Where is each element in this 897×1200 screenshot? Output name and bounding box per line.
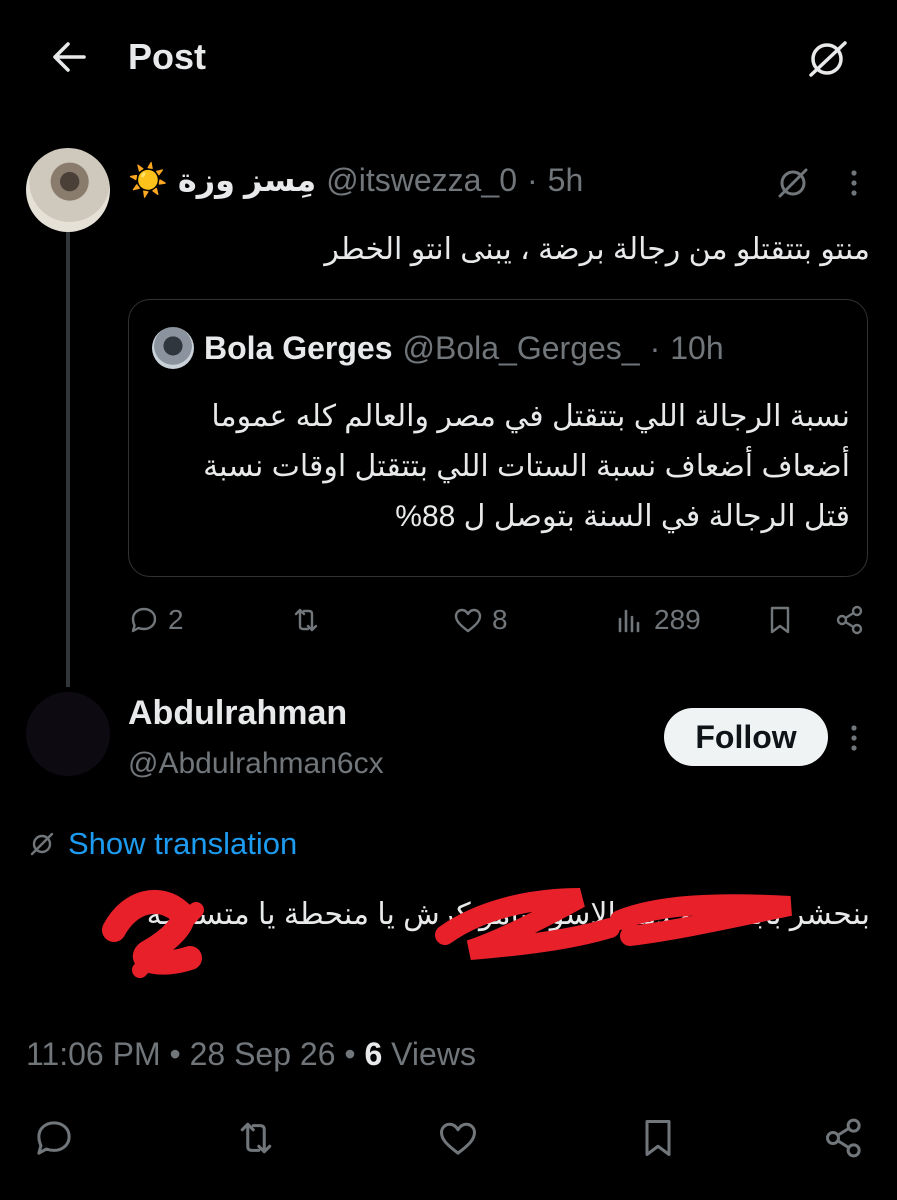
separator-dot: · (527, 161, 538, 198)
page-title: Post (128, 36, 207, 77)
views-count: 6 (364, 1036, 383, 1072)
retweet-button[interactable] (234, 1116, 278, 1160)
views-button[interactable]: 289 (614, 604, 701, 636)
post-text: بنحشر بابا في خدمة الاسود يامو كرش يا من… (146, 898, 870, 931)
reply-icon (128, 604, 160, 636)
sun-emoji: ☀️ (128, 162, 168, 198)
thread-connector (66, 205, 70, 687)
retweet-button[interactable] (290, 604, 322, 636)
more-icon[interactable] (843, 720, 865, 756)
avatar[interactable] (26, 148, 110, 232)
grok-icon[interactable] (802, 34, 852, 84)
handle[interactable]: @Abdulrahman6cx (128, 744, 384, 784)
share-icon (834, 604, 866, 636)
handle[interactable]: @itswezza_0 (326, 162, 517, 199)
reply-count: 2 (168, 604, 184, 635)
avatar[interactable] (26, 692, 110, 776)
display-name: Bola Gerges (204, 329, 393, 366)
tweet-text: منتو بتتقتلو من رجالة برضة ، يبنى انتو ا… (324, 233, 870, 266)
grok-icon[interactable] (772, 162, 814, 204)
timestamp-text: 11:06 PM • 28 Sep 26 • (26, 1036, 365, 1072)
share-button[interactable] (822, 1116, 866, 1160)
reply-button[interactable]: 2 (128, 604, 184, 636)
like-button[interactable] (436, 1116, 480, 1160)
avatar (152, 327, 194, 369)
reply-icon (32, 1116, 76, 1160)
like-button[interactable]: 8 (452, 604, 508, 636)
separator-dot: · (649, 329, 661, 366)
reply-button[interactable] (32, 1116, 76, 1160)
display-name[interactable]: Abdulrahman (128, 692, 347, 734)
quote-header: Bola Gerges @Bola_Gerges_ · 10h (152, 326, 724, 370)
share-icon (822, 1116, 866, 1160)
quote-text: نسبة الرجالة اللي بتتقتل في مصر والعالم … (203, 400, 850, 533)
views-icon (614, 604, 646, 636)
tweet-header: ☀️ مِسز وزة @itswezza_0 · 5h (128, 158, 583, 202)
retweet-icon (290, 604, 322, 636)
bookmark-button[interactable] (764, 604, 796, 636)
bookmark-icon (764, 604, 796, 636)
show-translation-link[interactable]: Show translation (26, 824, 297, 864)
bookmark-icon (636, 1116, 680, 1160)
display-name[interactable]: مِسز وزة (178, 161, 316, 199)
share-button[interactable] (834, 604, 866, 636)
like-count: 8 (492, 604, 508, 635)
back-arrow-icon[interactable] (48, 36, 90, 78)
more-icon[interactable] (843, 165, 865, 201)
grok-icon (26, 828, 58, 860)
views-count: 289 (654, 604, 701, 635)
show-translation-label[interactable]: Show translation (68, 826, 297, 862)
like-icon (436, 1116, 480, 1160)
bookmark-button[interactable] (636, 1116, 680, 1160)
post-timestamp: 11:06 PM • 28 Sep 26 • 6 Views (26, 1032, 476, 1076)
handle: @Bola_Gerges_ (402, 329, 640, 366)
tweet-time[interactable]: 5h (548, 162, 584, 199)
like-icon (452, 604, 484, 636)
views-label: Views (382, 1036, 476, 1072)
tweet-time: 10h (670, 329, 724, 366)
retweet-icon (234, 1116, 278, 1160)
follow-button[interactable]: Follow (664, 708, 828, 766)
